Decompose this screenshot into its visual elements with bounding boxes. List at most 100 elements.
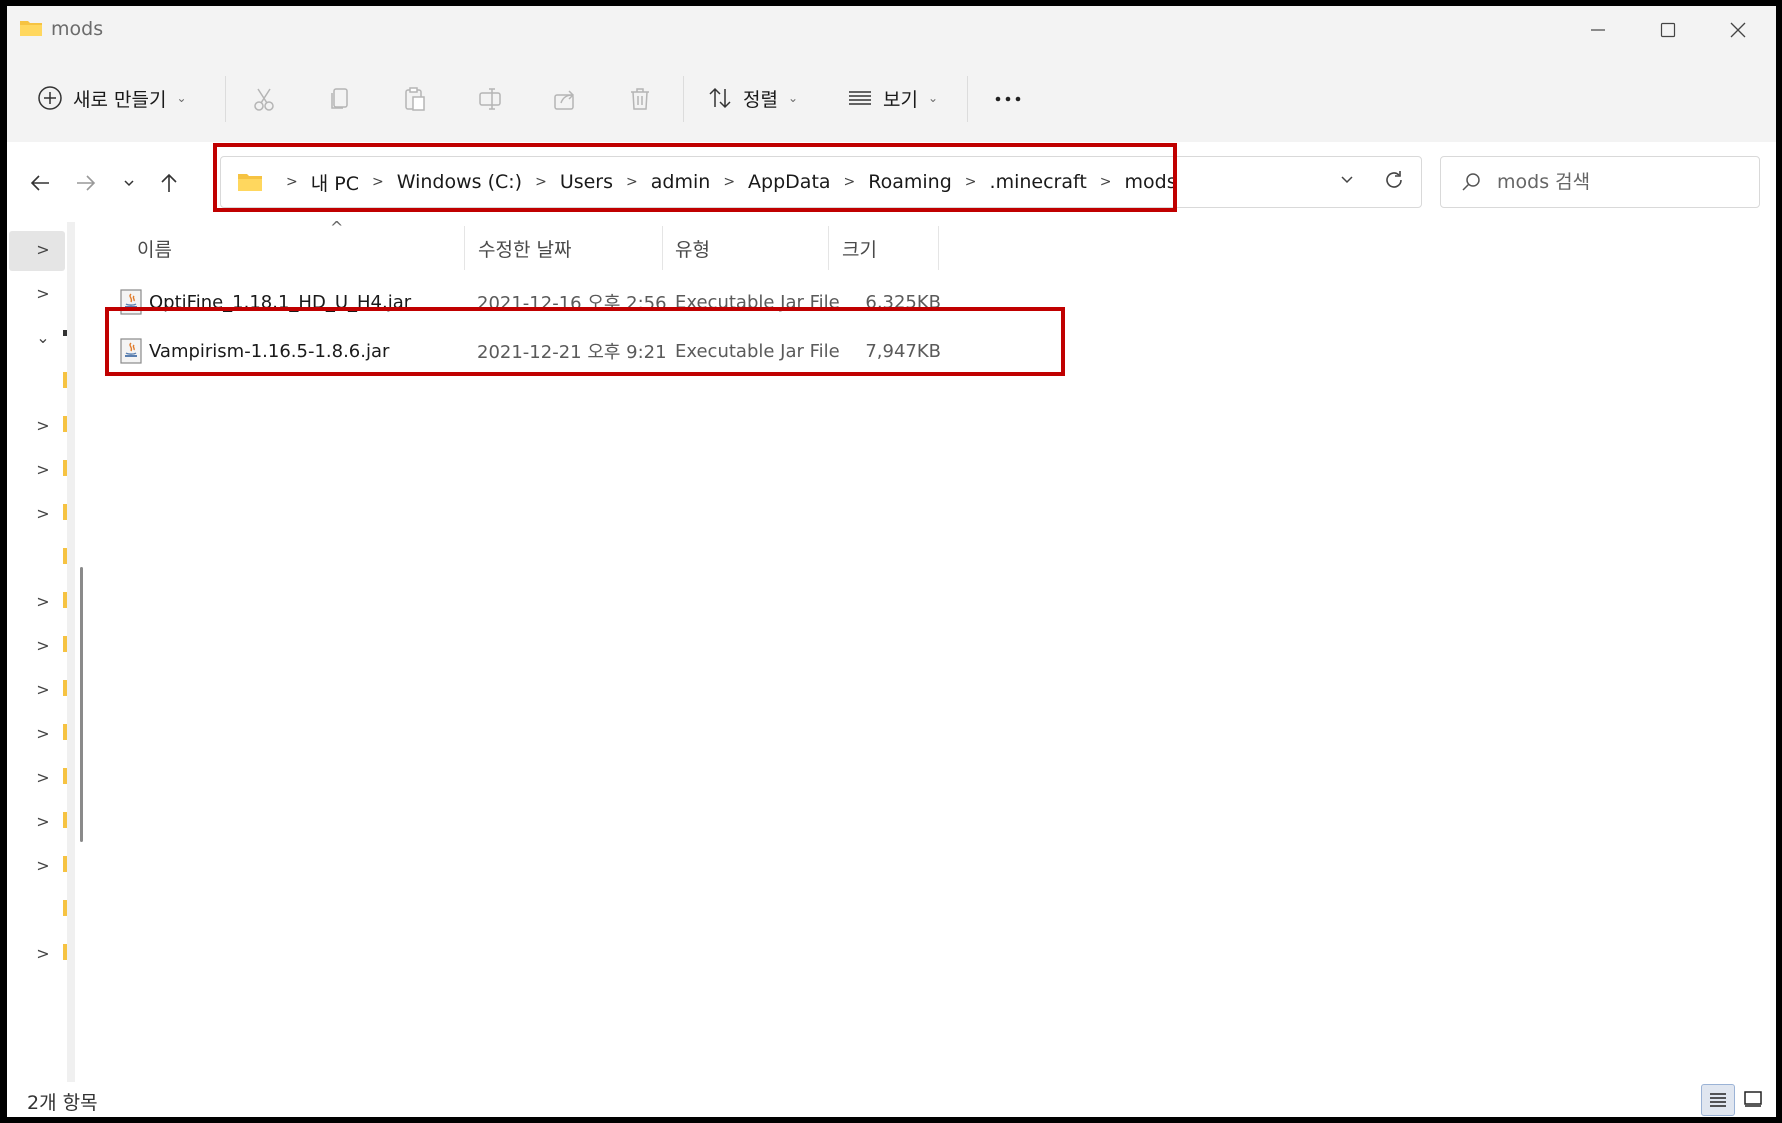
- chevron-right-icon[interactable]: >: [33, 240, 53, 259]
- share-button[interactable]: [548, 82, 582, 116]
- navigation-pane: > > ⌄ > > > > > > > > > > >: [7, 222, 87, 1082]
- minimize-button[interactable]: [1563, 6, 1633, 54]
- back-button[interactable]: [23, 166, 57, 200]
- search-box[interactable]: [1440, 156, 1760, 208]
- minimize-icon: [1591, 29, 1605, 31]
- column-divider[interactable]: [662, 226, 663, 270]
- close-button[interactable]: [1703, 6, 1773, 54]
- breadcrumb-item[interactable]: Roaming: [868, 171, 952, 193]
- file-explorer-window: mods 새로 만들기 ⌄ 정렬 ⌄ 보기 ⌄ > 내 PC > Windows…: [7, 6, 1776, 1117]
- column-header-name[interactable]: 이름: [137, 226, 172, 270]
- file-name-cell: OptiFine_1.18.1_HD_U_H4.jar: [119, 280, 411, 324]
- chevron-down-icon: ⌄: [927, 91, 939, 105]
- breadcrumb-separator-icon: >: [286, 174, 298, 190]
- breadcrumb-item[interactable]: admin: [651, 171, 711, 193]
- chevron-right-icon[interactable]: >: [33, 944, 53, 963]
- toolbar-divider: [225, 76, 226, 122]
- chevron-right-icon[interactable]: >: [33, 416, 53, 435]
- sort-icon: [709, 87, 731, 109]
- breadcrumb-item[interactable]: 내 PC: [311, 169, 359, 196]
- toolbar-divider: [683, 76, 684, 122]
- copy-button[interactable]: [323, 82, 357, 116]
- item-count: 2개 항목: [27, 1092, 98, 1114]
- view-button[interactable]: 보기 ⌄: [847, 78, 938, 118]
- chevron-right-icon[interactable]: >: [33, 812, 53, 831]
- folder-icon: [19, 18, 43, 42]
- navigation-pane-edge: [67, 222, 75, 1082]
- breadcrumb-separator-icon: >: [723, 174, 736, 190]
- file-row[interactable]: OptiFine_1.18.1_HD_U_H4.jar 2021-12-16 오…: [111, 280, 951, 324]
- chevron-right-icon[interactable]: >: [33, 592, 53, 611]
- maximize-button[interactable]: [1633, 6, 1703, 54]
- breadcrumb-item[interactable]: .minecraft: [990, 171, 1087, 193]
- new-button[interactable]: 새로 만들기 ⌄: [37, 78, 187, 118]
- chevron-right-icon[interactable]: >: [33, 768, 53, 787]
- file-date: 2021-12-16 오후 2:56: [477, 293, 667, 314]
- cut-button[interactable]: [247, 82, 281, 116]
- breadcrumb-separator-icon: >: [626, 174, 638, 190]
- share-icon: [554, 90, 575, 110]
- folder-icon: [63, 460, 67, 476]
- chevron-right-icon[interactable]: >: [33, 504, 53, 523]
- refresh-icon[interactable]: [1383, 169, 1405, 195]
- cut-icon: [254, 88, 274, 111]
- recent-locations-button[interactable]: [112, 166, 146, 200]
- chevron-down-icon[interactable]: ⌄: [33, 328, 53, 347]
- paste-button[interactable]: [398, 82, 432, 116]
- column-divider[interactable]: [464, 226, 465, 270]
- chevron-right-icon[interactable]: >: [33, 856, 53, 875]
- file-name-cell: Vampirism-1.16.5-1.8.6.jar: [119, 329, 389, 373]
- breadcrumb-item[interactable]: AppData: [748, 171, 831, 193]
- sort-ascending-icon: ^: [330, 218, 344, 237]
- rename-button[interactable]: [473, 82, 507, 116]
- column-header-type[interactable]: 유형: [675, 226, 710, 270]
- rename-icon: [479, 88, 501, 110]
- file-name: OptiFine_1.18.1_HD_U_H4.jar: [149, 291, 412, 313]
- chevron-right-icon[interactable]: >: [33, 284, 53, 303]
- column-divider[interactable]: [938, 226, 939, 270]
- breadcrumb-item[interactable]: Users: [560, 171, 613, 193]
- navigation-scrollbar[interactable]: [80, 567, 83, 842]
- folder-icon: [63, 856, 67, 872]
- large-icons-view-button[interactable]: [1737, 1084, 1769, 1114]
- jar-file-icon: [120, 289, 142, 315]
- view-list-icon: [849, 91, 871, 105]
- column-divider[interactable]: [828, 226, 829, 270]
- chevron-right-icon[interactable]: >: [33, 680, 53, 699]
- breadcrumb-item[interactable]: mods: [1125, 171, 1177, 193]
- delete-button[interactable]: [623, 82, 657, 116]
- chevron-right-icon[interactable]: >: [33, 460, 53, 479]
- column-header-date[interactable]: 수정한 날짜: [478, 226, 571, 270]
- address-dropdown-icon[interactable]: [1339, 171, 1355, 191]
- command-bar: 새로 만들기 ⌄ 정렬 ⌄ 보기 ⌄: [7, 54, 1776, 143]
- sort-button[interactable]: 정렬 ⌄: [707, 78, 798, 118]
- chevron-down-icon: ⌄: [787, 91, 799, 105]
- file-list: ^ 이름 수정한 날짜 유형 크기 OptiFine_1.18.1_HD_U_H…: [97, 218, 1776, 1082]
- file-row[interactable]: Vampirism-1.16.5-1.8.6.jar 2021-12-21 오후…: [111, 329, 951, 373]
- file-date: 2021-12-21 오후 9:21: [477, 342, 667, 363]
- chevron-right-icon[interactable]: >: [33, 636, 53, 655]
- delete-icon: [631, 88, 649, 110]
- search-input[interactable]: [1495, 170, 1739, 194]
- column-header-size[interactable]: 크기: [842, 226, 877, 270]
- arrow-up-icon: [161, 173, 177, 192]
- file-name: Vampirism-1.16.5-1.8.6.jar: [149, 340, 390, 362]
- file-type: Executable Jar File: [675, 340, 840, 362]
- search-icon: [1462, 173, 1480, 191]
- breadcrumb: > 내 PC > Windows (C:) > Users > admin > …: [237, 157, 1177, 207]
- details-view-button[interactable]: [1701, 1084, 1735, 1116]
- more-options-button[interactable]: [991, 82, 1025, 116]
- forward-button[interactable]: [69, 166, 103, 200]
- address-bar[interactable]: > 내 PC > Windows (C:) > Users > admin > …: [220, 156, 1422, 208]
- up-button[interactable]: [152, 166, 186, 200]
- close-icon: [1730, 22, 1746, 38]
- file-size: 6,325KB: [865, 291, 941, 313]
- breadcrumb-item[interactable]: Windows (C:): [397, 171, 522, 193]
- folder-icon: [63, 768, 67, 784]
- chevron-right-icon[interactable]: >: [33, 724, 53, 743]
- maximize-icon: [1660, 22, 1676, 38]
- folder-icon: [237, 171, 263, 193]
- drive-icon: [63, 330, 67, 336]
- breadcrumb-separator-icon: >: [371, 174, 384, 190]
- breadcrumb-separator-icon: >: [964, 174, 977, 190]
